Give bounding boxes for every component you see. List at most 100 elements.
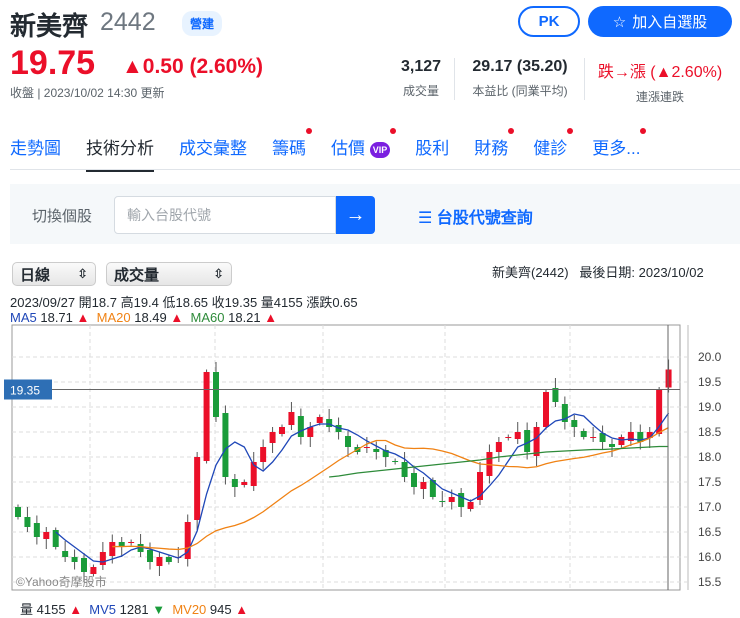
tab-technical[interactable]: 技術分析: [86, 134, 154, 172]
y-tick-label: 19.0: [698, 400, 722, 414]
candle: [288, 412, 295, 425]
tab-label: 成交彙整: [179, 139, 247, 158]
candlestick-chart[interactable]: 20.0 19.5 19.0 18.5 18.0 17.5 17.0 16.5 16.0 15.5…: [0, 320, 740, 600]
stat-value: 跌→漲 (▲2.60%): [597, 64, 723, 81]
tab-more[interactable]: 更多...: [592, 128, 647, 172]
y-tick-label: 17.5: [698, 475, 722, 489]
search-label: 切換個股: [32, 208, 93, 225]
indicator-select[interactable]: 成交量 ⇳: [106, 262, 232, 286]
stat-pe: 29.17 (35.20) 本益比 (同業平均): [460, 58, 580, 99]
volume-legend: 量 4155 ▲ MV5 1281 ▼ MV20 945 ▲: [20, 599, 248, 618]
mv5-value: 1281: [119, 602, 149, 617]
stock-name: 新美齊: [10, 11, 89, 41]
tab-label: 更多...: [592, 139, 641, 158]
candle: [514, 432, 521, 439]
stock-search-input[interactable]: 輸入台股代號: [114, 196, 336, 234]
candle: [392, 461, 399, 462]
candle: [495, 442, 502, 452]
notification-dot: [508, 128, 515, 134]
notification-dot: [390, 128, 397, 134]
y-tick-label: 18.5: [698, 425, 722, 439]
candle: [420, 482, 427, 489]
stat-label: 連漲連跌: [635, 90, 684, 104]
code-lookup-label: 台股代號查詢: [436, 210, 533, 227]
candle: [373, 449, 380, 452]
candle: [81, 558, 87, 572]
star-icon: ☆: [612, 13, 627, 31]
candle: [401, 462, 408, 477]
cursor-price: 19.35: [10, 384, 40, 398]
candle: [165, 557, 172, 562]
tab-label: 技術分析: [86, 139, 154, 158]
divider: [584, 58, 585, 100]
candle: [345, 436, 351, 447]
tab-label: 股利: [415, 139, 450, 158]
notification-dot: [306, 128, 312, 134]
candle: [213, 372, 219, 417]
stat-label: 本益比 (同業平均): [472, 84, 568, 98]
candle: [24, 517, 31, 527]
updown-icon: ⇳: [77, 266, 88, 281]
candle: [43, 532, 50, 539]
candle: [128, 542, 135, 543]
candle: [552, 388, 559, 402]
candle: [439, 501, 446, 502]
mv5-label: MV5: [89, 602, 117, 617]
candle: [156, 557, 163, 566]
candle: [505, 437, 512, 438]
y-tick-label: 16.0: [698, 550, 722, 564]
tab-financial[interactable]: 財務: [474, 128, 515, 172]
y-tick-label: 19.5: [698, 375, 722, 389]
tab-trend[interactable]: 走勢圖: [10, 134, 61, 172]
candle: [231, 479, 238, 487]
up-arrow-icon: ▲: [235, 602, 249, 617]
candle: [33, 523, 40, 537]
current-price: 19.75: [10, 44, 96, 82]
candle: [363, 447, 370, 448]
watermark: ©Yahoo奇摩股市: [16, 574, 107, 589]
volume-value: 4155: [36, 602, 66, 617]
candle: [458, 493, 465, 507]
notification-dot: [567, 128, 574, 134]
candle: [411, 473, 417, 487]
pk-button[interactable]: PK: [518, 6, 580, 37]
candle: [99, 552, 106, 565]
update-time: 收盤 | 2023/10/02 14:30 更新: [10, 86, 165, 100]
indicator-value: 成交量: [114, 266, 160, 284]
period-select[interactable]: 日線 ⇳: [12, 262, 96, 286]
code-lookup-link[interactable]: ☰ 台股代號查詢: [418, 204, 533, 228]
mv20-label: MV20: [172, 602, 207, 617]
candle: [580, 431, 587, 437]
search-submit-button[interactable]: →: [336, 196, 375, 234]
tab-trades[interactable]: 成交彙整: [179, 134, 247, 172]
y-tick-label: 18.0: [698, 450, 722, 464]
mv20-value: 945: [209, 602, 232, 617]
candle: [222, 413, 229, 477]
candle: [524, 430, 531, 452]
tab-label: 財務: [474, 139, 509, 158]
stock-code: 2442: [100, 8, 156, 36]
divider: [454, 58, 455, 100]
up-arrow-icon: ▲: [69, 602, 83, 617]
stat-value: 3,127: [400, 58, 442, 75]
tab-valuation[interactable]: 估價 VIP: [331, 128, 397, 172]
candle: [203, 372, 210, 461]
y-tick-label: 15.5: [698, 575, 722, 589]
tab-chips[interactable]: 籌碼: [272, 128, 312, 172]
candle: [316, 417, 323, 423]
candle: [109, 542, 116, 556]
candle: [609, 444, 615, 447]
tab-label: 籌碼: [272, 139, 306, 158]
tab-label: 走勢圖: [10, 139, 61, 158]
candle: [241, 482, 248, 485]
candle: [194, 457, 201, 520]
add-watchlist-button[interactable]: ☆ 加入自選股: [588, 6, 732, 37]
candle: [467, 502, 474, 509]
chart-info: 新美齊(2442) 最後日期: 2023/10/02: [492, 265, 704, 280]
candle: [90, 567, 97, 574]
sector-tag[interactable]: 營建: [182, 11, 223, 36]
candle: [269, 432, 276, 443]
tab-health[interactable]: 健診: [533, 128, 574, 172]
tab-dividend[interactable]: 股利: [415, 134, 449, 172]
y-tick-label: 17.0: [698, 500, 722, 514]
